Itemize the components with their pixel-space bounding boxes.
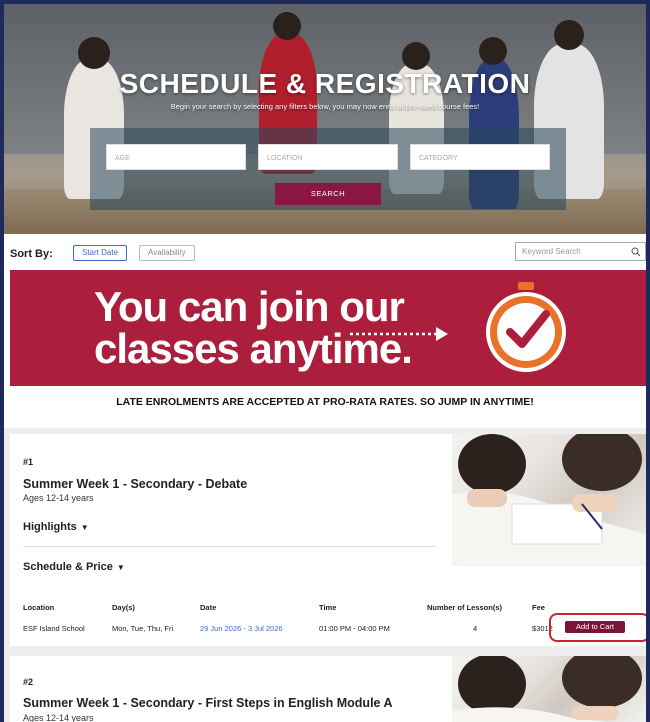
course-card: #2 Summer Week 1 - Secondary - First Ste…	[10, 656, 646, 722]
col-days: Day(s)	[112, 603, 135, 612]
category-filter[interactable]: CATEGORY	[410, 144, 550, 170]
row-time: 01:00 PM - 04:00 PM	[319, 624, 390, 633]
caret-down-icon: ▼	[116, 563, 125, 572]
search-icon[interactable]	[631, 247, 641, 257]
schedule-price-toggle[interactable]: Schedule & Price ▼	[23, 561, 125, 573]
highlight-ring	[549, 613, 646, 642]
col-location: Location	[23, 603, 55, 612]
sort-availability-button[interactable]: Availability	[139, 245, 195, 261]
divider	[23, 546, 436, 547]
page-subtitle: Begin your search by selecting any filte…	[170, 102, 480, 111]
page-title: SCHEDULE & REGISTRATION	[119, 68, 531, 99]
course-ages: Ages 12-14 years	[23, 713, 94, 722]
highlights-toggle[interactable]: Highlights ▼	[23, 521, 89, 533]
col-lessons: Number of Lesson(s)	[427, 603, 503, 612]
course-title[interactable]: Summer Week 1 - Secondary - First Steps …	[23, 696, 393, 710]
late-enrolment-note: LATE ENROLMENTS ARE ACCEPTED AT PRO-RATA…	[116, 396, 534, 408]
col-date: Date	[200, 603, 217, 612]
caret-down-icon: ▼	[80, 523, 89, 532]
highlights-label: Highlights	[23, 521, 77, 533]
course-title[interactable]: Summer Week 1 - Secondary - Debate	[23, 477, 247, 491]
banner-line-1: You can join our	[94, 283, 405, 330]
hero-banner: SCHEDULE & REGISTRATION Begin your searc…	[4, 4, 646, 234]
col-time: Time	[319, 603, 337, 612]
col-fee: Fee	[532, 603, 545, 612]
course-photo	[452, 434, 646, 566]
row-location: ESF Island School	[23, 624, 85, 633]
row-days: Mon, Tue, Thu, Fri	[112, 624, 174, 633]
search-filter-panel: AGE LOCATION CATEGORY SEARCH	[90, 128, 566, 210]
keyword-search-placeholder: Keyword Search	[522, 247, 581, 256]
sort-bar: Sort By: Start Date Availability Keyword…	[4, 234, 646, 270]
keyword-search-input[interactable]: Keyword Search	[515, 242, 646, 261]
course-number: #1	[23, 457, 34, 467]
search-button[interactable]: SEARCH	[275, 183, 381, 205]
arrow-icon	[350, 327, 448, 341]
students-writing-image	[452, 656, 642, 722]
age-filter[interactable]: AGE	[106, 144, 246, 170]
schedule-price-label: Schedule & Price	[23, 561, 113, 573]
course-photo	[452, 656, 646, 722]
location-filter[interactable]: LOCATION	[258, 144, 398, 170]
course-number: #2	[23, 677, 34, 687]
row-lessons: 4	[473, 624, 478, 633]
sort-start-date-button[interactable]: Start Date	[73, 245, 128, 261]
course-ages: Ages 12-14 years	[23, 493, 94, 503]
clock-check-icon	[486, 282, 566, 372]
promo-banner: You can join our classes anytime.	[10, 270, 646, 386]
sort-label: Sort By:	[10, 248, 53, 260]
students-writing-image	[452, 434, 646, 566]
page: SCHEDULE & REGISTRATION Begin your searc…	[4, 4, 646, 722]
row-date: 29 Jun 2026 - 3 Jul 2026	[200, 624, 283, 633]
